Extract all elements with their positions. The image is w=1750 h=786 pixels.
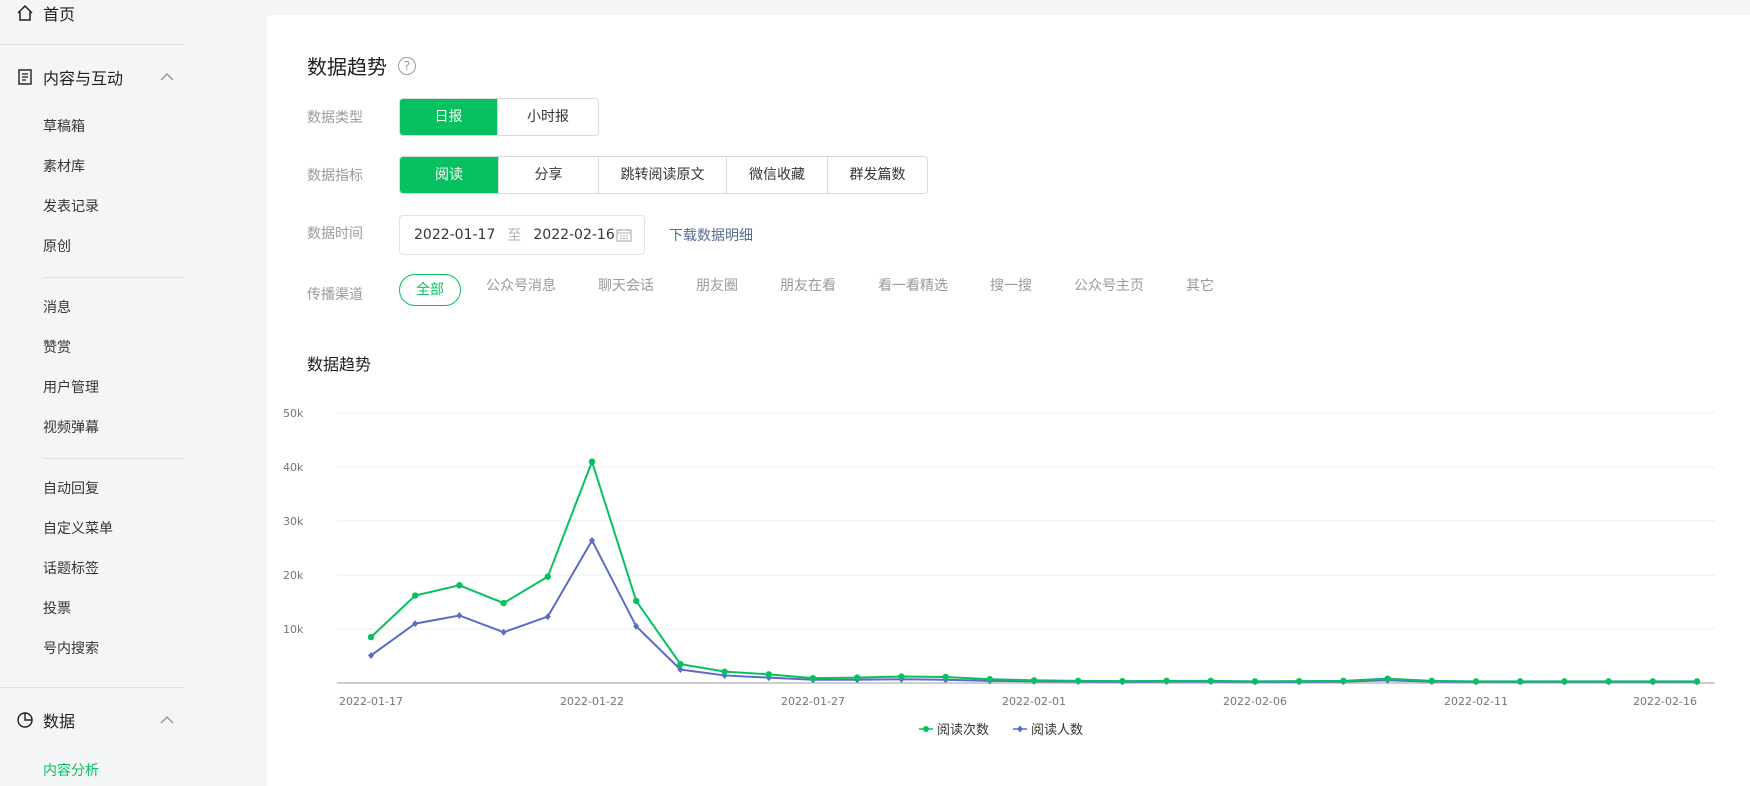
x-tick-label: 2022-02-11 bbox=[1444, 695, 1508, 708]
x-tick-label: 2022-01-22 bbox=[560, 695, 624, 708]
sidebar-home-label: 首页 bbox=[43, 5, 76, 24]
data-point[interactable] bbox=[367, 633, 375, 641]
data-point[interactable] bbox=[1384, 675, 1391, 682]
data-point[interactable] bbox=[677, 660, 684, 668]
data-point[interactable] bbox=[1251, 678, 1259, 685]
sidebar: 首页 内容与互动 草稿箱 素材库 发表记录 原创 消息 赞赏 用户管理 视频弹幕… bbox=[0, 0, 236, 786]
data-point[interactable] bbox=[456, 582, 463, 589]
y-tick-label: 50k bbox=[283, 407, 304, 420]
x-tick-label: 2022-01-17 bbox=[339, 695, 403, 708]
sidebar-item-topic-tags[interactable]: 话题标签 bbox=[43, 559, 99, 579]
y-tick-label: 10k bbox=[283, 623, 304, 636]
sidebar-section-content-label: 内容与互动 bbox=[43, 69, 124, 88]
sidebar-section-data-label: 数据 bbox=[43, 712, 76, 731]
sidebar-home[interactable]: 首页 bbox=[16, 0, 75, 27]
data-point[interactable] bbox=[1693, 678, 1701, 685]
chevron-up-icon[interactable] bbox=[158, 711, 176, 729]
sidebar-divider bbox=[43, 277, 184, 278]
data-point[interactable] bbox=[1517, 678, 1524, 685]
trend-chart: 50k 40k 30k 20k 10k 2022-01-17 2022-01-22 2022-… bbox=[283, 407, 1715, 738]
sidebar-item-video-danmaku[interactable]: 视频弹幕 bbox=[43, 418, 99, 438]
sidebar-item-publish-records[interactable]: 发表记录 bbox=[43, 197, 99, 217]
sidebar-item-vote[interactable]: 投票 bbox=[43, 599, 71, 619]
data-point[interactable] bbox=[633, 597, 640, 605]
sidebar-item-materials[interactable]: 素材库 bbox=[43, 157, 85, 177]
sidebar-divider bbox=[0, 687, 184, 688]
data-point[interactable] bbox=[544, 573, 551, 580]
data-point[interactable] bbox=[1472, 678, 1480, 685]
x-tick-label: 2022-02-06 bbox=[1223, 695, 1287, 708]
series-line bbox=[370, 538, 1697, 683]
sidebar-item-users[interactable]: 用户管理 bbox=[43, 378, 99, 398]
sidebar-divider bbox=[43, 458, 184, 459]
data-point[interactable] bbox=[412, 592, 419, 599]
data-point[interactable] bbox=[1296, 677, 1303, 685]
data-point[interactable] bbox=[1605, 678, 1612, 685]
sidebar-section-data[interactable]: 数据 bbox=[16, 706, 174, 734]
data-point[interactable] bbox=[500, 599, 507, 607]
data-point[interactable] bbox=[456, 612, 463, 619]
x-tick-label: 2022-02-01 bbox=[1002, 695, 1066, 708]
sidebar-item-drafts[interactable]: 草稿箱 bbox=[43, 117, 85, 137]
sidebar-section-content[interactable]: 内容与互动 bbox=[16, 63, 174, 91]
sidebar-item-auto-reply[interactable]: 自动回复 bbox=[43, 479, 99, 499]
legend-marker bbox=[1017, 725, 1023, 733]
data-point[interactable] bbox=[1561, 678, 1568, 685]
y-tick-label: 30k bbox=[283, 515, 304, 528]
data-point[interactable] bbox=[1428, 677, 1436, 685]
sidebar-item-original[interactable]: 原创 bbox=[43, 237, 71, 257]
y-tick-label: 20k bbox=[283, 569, 304, 582]
sidebar-item-rewards[interactable]: 赞赏 bbox=[43, 338, 71, 358]
data-point[interactable] bbox=[854, 674, 861, 681]
legend-marker bbox=[923, 726, 929, 732]
home-icon bbox=[16, 4, 34, 22]
data-point[interactable] bbox=[1075, 677, 1082, 685]
data-point[interactable] bbox=[721, 668, 728, 675]
sidebar-item-custom-menu[interactable]: 自定义菜单 bbox=[43, 519, 113, 539]
document-icon bbox=[16, 68, 34, 86]
legend-label[interactable]: 阅读次数 bbox=[937, 722, 989, 738]
sidebar-divider bbox=[0, 44, 184, 45]
x-tick-label: 2022-02-16 bbox=[1633, 695, 1697, 708]
sidebar-item-content-analysis[interactable]: 内容分析 bbox=[43, 761, 99, 781]
series-line bbox=[370, 458, 1697, 683]
sidebar-item-in-account-search[interactable]: 号内搜索 bbox=[43, 639, 99, 659]
data-point[interactable] bbox=[1163, 677, 1170, 685]
data-point[interactable] bbox=[942, 673, 949, 681]
data-point[interactable] bbox=[898, 673, 905, 680]
data-point[interactable] bbox=[1207, 677, 1214, 685]
x-tick-label: 2022-01-27 bbox=[781, 695, 845, 708]
data-point[interactable] bbox=[1649, 678, 1657, 685]
data-point[interactable] bbox=[1119, 677, 1126, 685]
data-point[interactable] bbox=[500, 628, 507, 636]
data-point[interactable] bbox=[809, 674, 817, 682]
data-point[interactable] bbox=[1340, 677, 1347, 685]
y-tick-label: 40k bbox=[283, 461, 304, 474]
data-point[interactable] bbox=[765, 671, 772, 678]
data-point[interactable] bbox=[588, 458, 596, 465]
pie-chart-icon bbox=[16, 711, 34, 729]
data-point[interactable] bbox=[986, 676, 993, 683]
sidebar-item-messages[interactable]: 消息 bbox=[43, 298, 71, 318]
main-panel: 数据趋势 ? 数据类型 日报 小时报 数据指标 阅读 分享 跳转阅读原文 微信收… bbox=[267, 15, 1750, 786]
legend-label[interactable]: 阅读人数 bbox=[1031, 723, 1083, 738]
chevron-up-icon[interactable] bbox=[158, 68, 176, 86]
data-point[interactable] bbox=[1030, 677, 1038, 684]
